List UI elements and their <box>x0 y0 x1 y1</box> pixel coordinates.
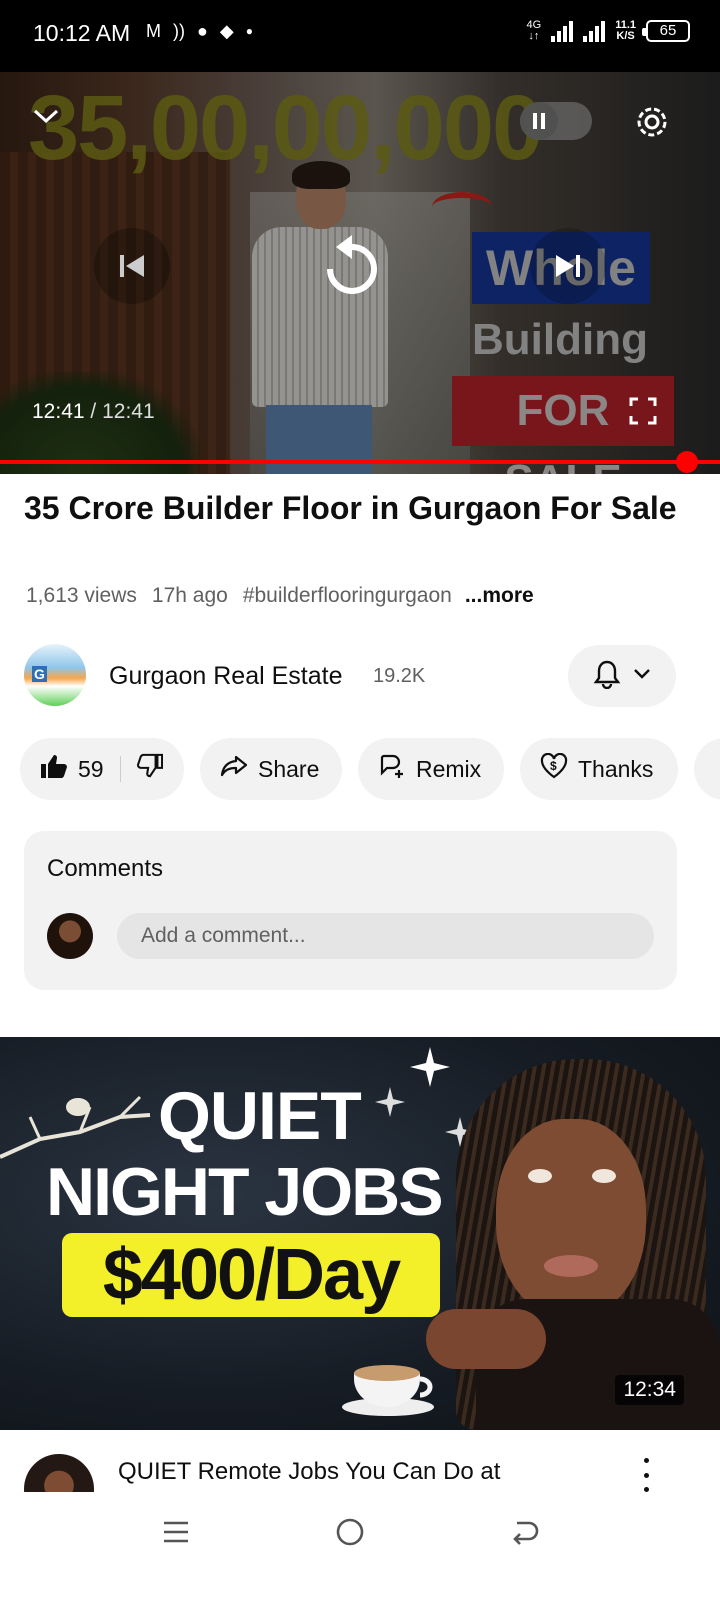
skip-next-icon[interactable] <box>530 228 606 304</box>
thumb-text-line2: NIGHT JOBS <box>46 1154 444 1230</box>
comment-input[interactable] <box>117 913 654 959</box>
more-vert-icon[interactable] <box>634 1458 658 1492</box>
video-player[interactable]: 35,00,00,000 Whole Building FOR SALE 12:… <box>0 72 720 474</box>
replay-icon[interactable] <box>310 225 394 309</box>
system-nav-bar <box>0 1492 720 1612</box>
thumb-text-line1: QUIET <box>158 1078 362 1154</box>
chat-icon: ◆ <box>219 21 234 41</box>
signal-icon-2 <box>583 20 606 42</box>
battery-indicator: 65 <box>642 20 690 42</box>
heart-dollar-icon: $ <box>540 752 568 785</box>
remix-icon <box>378 752 406 786</box>
status-bar: 10:12 AM M )) ● ◆ ● 4G ↓↑ 11.1 K/S 65 <box>0 0 720 72</box>
thanks-button[interactable]: $ Thanks <box>520 738 678 800</box>
network-type: 4G ↓↑ <box>526 19 542 42</box>
video-duration-badge: 12:34 <box>615 1375 684 1405</box>
upload-age: 17h ago <box>151 584 228 607</box>
current-time: 12:41 <box>32 400 85 423</box>
view-count: 1,613 views <box>26 584 137 607</box>
gmail-icon: M <box>146 21 161 41</box>
remix-button[interactable]: Remix <box>358 738 504 800</box>
more-notifications-icon: ● <box>245 24 253 38</box>
comments-heading: Comments <box>47 855 164 882</box>
thumb-text-line3: $400/Day <box>62 1233 440 1317</box>
coffee-cup-graphic <box>342 1365 434 1416</box>
user-avatar <box>47 913 93 959</box>
fullscreen-icon[interactable] <box>626 394 660 428</box>
signal-icon <box>551 20 574 42</box>
video-meta[interactable]: 1,613 views 17h ago #builderflooringurga… <box>26 584 534 608</box>
thanks-label: Thanks <box>578 755 654 782</box>
action-bar: 59 Share Remix $ Thanks <box>20 738 720 800</box>
more-link[interactable]: ...more <box>465 584 534 608</box>
next-channel-avatar[interactable] <box>24 1454 94 1492</box>
thumbs-up-icon[interactable] <box>40 753 68 785</box>
menu-icon[interactable] <box>156 1512 196 1552</box>
share-label: Share <box>258 755 320 782</box>
like-dislike-button[interactable]: 59 <box>20 738 184 800</box>
chevron-down-icon <box>633 667 651 685</box>
bell-icon <box>593 659 621 694</box>
subscription-bell-button[interactable] <box>568 645 676 707</box>
back-icon[interactable] <box>504 1512 544 1552</box>
channel-avatar[interactable]: G <box>24 644 86 706</box>
autoplay-toggle[interactable] <box>520 102 592 140</box>
more-actions-button[interactable] <box>694 738 720 800</box>
next-video-thumbnail[interactable]: QUIET NIGHT JOBS $400/Day 12:34 <box>0 1037 720 1430</box>
like-divider <box>119 756 121 782</box>
subscriber-count: 19.2K <box>373 665 426 687</box>
channel-name[interactable]: Gurgaon Real Estate <box>109 662 342 691</box>
pause-icon <box>520 102 558 140</box>
next-video-info[interactable]: QUIET Remote Jobs You Can Do at <box>0 1430 720 1492</box>
video-timecode: 12:41 / 12:41 <box>32 400 155 424</box>
rss-icon: )) <box>173 21 185 41</box>
status-time: 10:12 AM <box>33 20 131 46</box>
video-progress-bar[interactable] <box>0 460 720 464</box>
share-button[interactable]: Share <box>200 738 342 800</box>
home-circle-icon[interactable] <box>330 1512 370 1552</box>
reddit-icon: ● <box>197 21 208 41</box>
svg-text:$: $ <box>550 759 557 773</box>
total-time: 12:41 <box>102 400 155 423</box>
time-separator: / <box>90 400 97 423</box>
skip-previous-icon[interactable] <box>94 228 170 304</box>
gear-icon[interactable] <box>630 100 674 144</box>
comments-card[interactable]: Comments <box>24 831 677 990</box>
chevron-down-icon[interactable] <box>30 100 62 132</box>
thumbs-down-icon[interactable] <box>136 753 163 785</box>
hashtag-link[interactable]: #builderflooringurgaon <box>243 584 452 608</box>
video-title[interactable]: 35 Crore Builder Floor in Gurgaon For Sa… <box>24 488 684 529</box>
remix-label: Remix <box>416 755 482 782</box>
channel-row[interactable]: G Gurgaon Real Estate 19.2K <box>24 644 700 708</box>
network-speed: 11.1 K/S <box>615 19 636 42</box>
progress-scrubber[interactable] <box>676 451 698 473</box>
next-video-title[interactable]: QUIET Remote Jobs You Can Do at <box>118 1458 500 1486</box>
notification-icons: M )) ● ◆ ● <box>146 22 253 40</box>
share-icon <box>220 754 248 784</box>
like-count: 59 <box>78 755 104 782</box>
